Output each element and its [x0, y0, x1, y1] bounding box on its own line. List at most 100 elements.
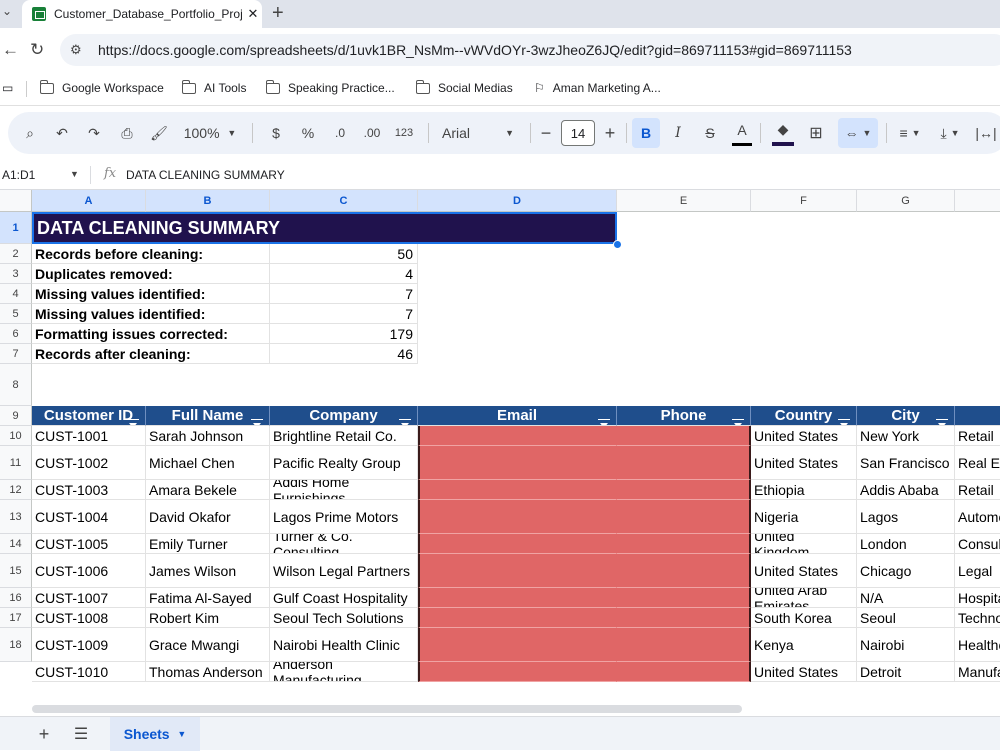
tab-close-icon[interactable]: ✕	[244, 6, 262, 22]
table-cell[interactable]: Legal	[955, 554, 1000, 588]
all-sheets-icon[interactable]: ☰	[70, 717, 92, 751]
font-size-input[interactable]: 14	[561, 120, 595, 146]
table-header-company[interactable]: Company	[270, 406, 418, 426]
row-header-18[interactable]: 18	[0, 628, 32, 662]
table-cell[interactable]: Brightline Retail Co.	[270, 426, 418, 446]
table-header-country[interactable]: Country	[751, 406, 857, 426]
table-cell[interactable]	[418, 446, 617, 480]
table-cell[interactable]: CUST-1008	[32, 608, 146, 628]
column-header-a[interactable]: A	[32, 190, 146, 212]
column-header-f[interactable]: F	[751, 190, 857, 212]
row-header-8[interactable]: 8	[0, 364, 32, 406]
filter-icon[interactable]	[838, 419, 850, 425]
table-cell[interactable]: Hospita	[955, 588, 1000, 608]
add-sheet-button[interactable]: +	[34, 717, 54, 751]
table-cell[interactable]: Seoul Tech Solutions	[270, 608, 418, 628]
table-header-email[interactable]: Email	[418, 406, 617, 426]
row-header-1[interactable]: 1	[0, 212, 32, 244]
search-menus-icon[interactable]: ⌕	[20, 112, 40, 154]
table-cell[interactable]: United States	[751, 554, 857, 588]
summary-value[interactable]: 179	[270, 324, 418, 344]
table-cell[interactable]: Fatima Al-Sayed	[146, 588, 270, 608]
table-cell[interactable]	[955, 662, 1000, 682]
table-cell[interactable]: Addis Ababa	[857, 480, 955, 500]
fill-color-icon[interactable]: ◆	[772, 116, 794, 146]
table-cell[interactable]	[270, 662, 418, 682]
table-cell[interactable]: Addis Home Furnishings	[270, 480, 418, 500]
formula-input[interactable]: DATA CLEANING SUMMARY	[126, 168, 285, 182]
text-color-button[interactable]: A	[732, 116, 752, 146]
decrease-font-size-button[interactable]: −	[538, 112, 554, 154]
table-cell[interactable]	[418, 662, 617, 682]
currency-format-button[interactable]: $	[266, 112, 286, 154]
summary-label[interactable]: Records after cleaning:	[32, 344, 270, 364]
text-wrap-icon[interactable]: |↔|	[972, 112, 1000, 154]
reload-icon[interactable]: ↻	[30, 40, 44, 60]
bookmark-aman-marketing[interactable]: ⚐ Aman Marketing A...	[534, 81, 661, 95]
column-header-d[interactable]: D	[418, 190, 617, 212]
table-cell[interactable]: CUST-1006	[32, 554, 146, 588]
filter-icon[interactable]	[399, 419, 411, 425]
table-cell[interactable]	[617, 554, 751, 588]
table-cell[interactable]: CUST-1007	[32, 588, 146, 608]
table-cell[interactable]	[617, 662, 751, 682]
name-box-dropdown-icon[interactable]: ▼	[70, 169, 79, 179]
table-cell[interactable]: Grace Mwangi	[146, 628, 270, 662]
row-header-4[interactable]: 4	[0, 284, 32, 304]
decrease-decimal-button[interactable]: .0	[328, 112, 352, 154]
table-cell[interactable]: Real Es	[955, 446, 1000, 480]
undo-icon[interactable]: ↶	[52, 112, 72, 154]
table-cell[interactable]: Michael Chen	[146, 446, 270, 480]
table-header-customer-id[interactable]: Customer ID	[32, 406, 146, 426]
table-cell[interactable]: N/A	[857, 588, 955, 608]
strikethrough-button[interactable]: S	[700, 112, 720, 154]
spreadsheet-grid[interactable]: ABCDEFGH123456789101112131415161718DATA …	[0, 190, 1000, 706]
browser-tab[interactable]: Customer_Database_Portfolio_Proj ✕	[22, 0, 262, 28]
table-cell[interactable]: Nairobi	[857, 628, 955, 662]
table-cell[interactable]	[32, 662, 146, 682]
bookmark-social-medias[interactable]: Social Medias	[415, 79, 513, 95]
bookmark-overflow-icon[interactable]: ▭	[2, 81, 13, 95]
table-cell[interactable]: James Wilson	[146, 554, 270, 588]
table-cell[interactable]	[418, 426, 617, 446]
site-info-icon[interactable]: ⚙	[70, 42, 90, 58]
summary-value[interactable]: 7	[270, 304, 418, 324]
table-cell[interactable]: Kenya	[751, 628, 857, 662]
table-cell[interactable]: Wilson Legal Partners	[270, 554, 418, 588]
table-cell[interactable]	[418, 480, 617, 500]
table-header-phone[interactable]: Phone	[617, 406, 751, 426]
table-cell[interactable]	[418, 534, 617, 554]
summary-value[interactable]: 4	[270, 264, 418, 284]
font-family-select[interactable]: Arial ▼	[438, 112, 518, 154]
summary-label[interactable]: Missing values identified:	[32, 284, 270, 304]
table-cell[interactable]	[617, 426, 751, 446]
table-cell[interactable]: Robert Kim	[146, 608, 270, 628]
print-icon[interactable]: ⎙	[116, 112, 138, 154]
summary-value[interactable]: 50	[270, 244, 418, 264]
column-header-c[interactable]: C	[270, 190, 418, 212]
table-header-indus[interactable]: Indus	[955, 406, 1000, 426]
borders-icon[interactable]: ⊞	[806, 112, 826, 154]
bookmark-speaking-practice[interactable]: Speaking Practice...	[265, 79, 395, 95]
row-header-6[interactable]: 6	[0, 324, 32, 344]
row-header-12[interactable]: 12	[0, 480, 32, 500]
table-cell[interactable]	[617, 446, 751, 480]
back-icon[interactable]: ←	[2, 40, 19, 60]
tab-list-chevron-icon[interactable]: ⌄	[2, 4, 12, 18]
table-cell[interactable]: CUST-1004	[32, 500, 146, 534]
table-cell[interactable]: Seoul	[857, 608, 955, 628]
vertical-align-icon[interactable]: ⤓ ▼	[932, 112, 968, 154]
row-header-3[interactable]: 3	[0, 264, 32, 284]
table-cell[interactable]	[146, 662, 270, 682]
column-header-g[interactable]: G	[857, 190, 955, 212]
increase-font-size-button[interactable]: +	[602, 112, 618, 154]
table-cell[interactable]	[617, 480, 751, 500]
table-cell[interactable]: United States	[751, 446, 857, 480]
table-cell[interactable]: Ethiopia	[751, 480, 857, 500]
row-header-15[interactable]: 15	[0, 554, 32, 588]
column-header-e[interactable]: E	[617, 190, 751, 212]
row-header-2[interactable]: 2	[0, 244, 32, 264]
table-cell[interactable]: Retail	[955, 426, 1000, 446]
table-cell[interactable]: Pacific Realty Group	[270, 446, 418, 480]
table-cell[interactable]: Automo	[955, 500, 1000, 534]
